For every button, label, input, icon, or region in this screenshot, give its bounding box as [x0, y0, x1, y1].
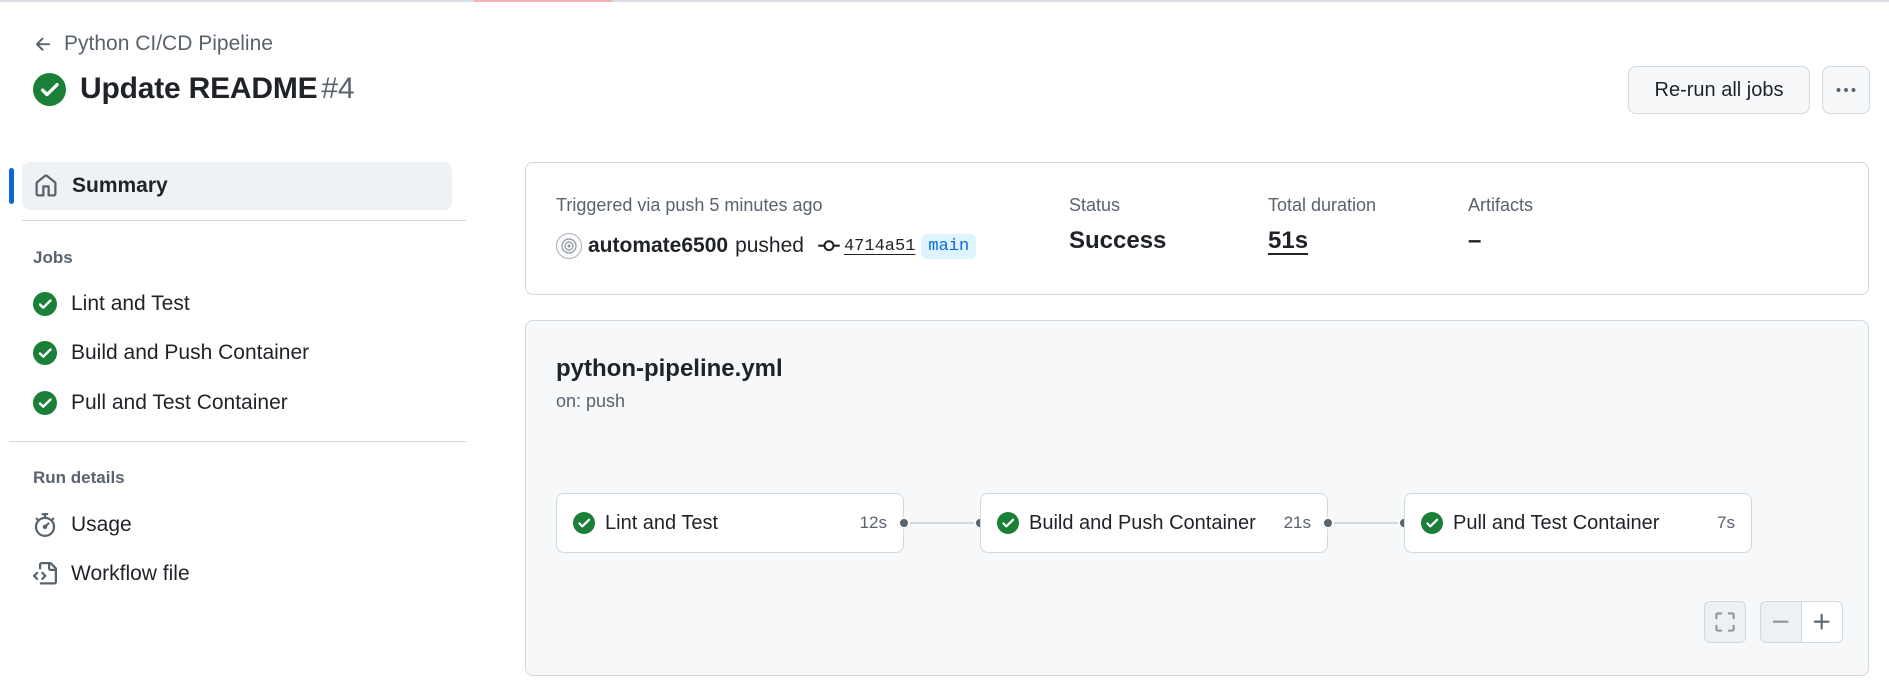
sidebar-item-workflow-file[interactable]: Workflow file — [33, 562, 190, 586]
job-name: Build and Push Container — [1029, 511, 1256, 534]
actor-link[interactable]: automate6500 — [588, 234, 728, 258]
sidebar-item-label: Build and Push Container — [71, 341, 310, 364]
sidebar-divider — [9, 441, 466, 442]
artifacts-label: Artifacts — [1468, 195, 1534, 215]
jobs-section-title: Jobs — [33, 248, 73, 267]
plus-icon — [1813, 613, 1830, 630]
page-title: Update README #4 — [33, 72, 355, 106]
success-check-icon — [997, 512, 1019, 534]
run-title: Update README — [80, 72, 318, 105]
home-icon — [35, 174, 57, 197]
success-check-icon — [33, 341, 57, 365]
status-label: Status — [1069, 195, 1121, 215]
sidebar-item-build-and-push-container[interactable]: Build and Push Container — [33, 341, 309, 365]
git-commit-icon — [817, 240, 840, 252]
fullscreen-button[interactable] — [1704, 601, 1746, 643]
push-info: automate6500 pushed 4714a51 main — [556, 233, 977, 259]
zoom-in-button[interactable] — [1801, 601, 1843, 643]
graph-edge — [1334, 522, 1404, 524]
zoom-out-button[interactable] — [1760, 601, 1802, 643]
graph-node-connector — [1322, 517, 1334, 529]
workflow-file-name: python-pipeline.yml — [556, 355, 783, 382]
workflow-trigger: on: push — [556, 391, 626, 411]
success-check-icon — [573, 512, 595, 534]
graph-job-pull-and-test-container[interactable]: Pull and Test Container 7s — [1404, 493, 1752, 553]
sidebar-item-summary[interactable]: Summary — [22, 162, 452, 210]
more-options-button[interactable] — [1822, 66, 1870, 114]
screen-full-icon — [1715, 612, 1735, 632]
arrow-left-icon — [35, 37, 51, 51]
sidebar-item-lint-and-test[interactable]: Lint and Test — [33, 292, 190, 316]
sidebar-item-label: Lint and Test — [71, 292, 190, 315]
graph-node-connector — [898, 517, 910, 529]
rerun-all-jobs-button[interactable]: Re-run all jobs — [1628, 66, 1810, 114]
kebab-horizontal-icon — [1836, 88, 1856, 92]
success-check-icon — [33, 391, 57, 415]
active-indicator — [9, 168, 14, 204]
avatar[interactable] — [556, 233, 582, 259]
duration-label: Total duration — [1268, 195, 1377, 215]
status-value: Success — [1069, 227, 1167, 254]
job-name: Pull and Test Container — [1453, 511, 1660, 534]
avatar-icon — [561, 238, 577, 254]
sidebar-item-label: Pull and Test Container — [71, 391, 288, 414]
trigger-text: Triggered via push 5 minutes ago — [556, 195, 823, 215]
artifacts-value: – — [1468, 227, 1482, 254]
success-check-icon — [1421, 512, 1443, 534]
run-details-section-title: Run details — [33, 468, 125, 487]
sidebar-item-label: Summary — [72, 174, 168, 197]
sidebar-item-usage[interactable]: Usage — [33, 513, 132, 537]
commit-sha-link[interactable]: 4714a51 — [844, 237, 915, 256]
branch-badge[interactable]: main — [921, 233, 977, 259]
stopwatch-icon — [34, 513, 56, 537]
job-name: Lint and Test — [605, 511, 719, 534]
duration-value-link[interactable]: 51s — [1268, 227, 1308, 255]
back-link-label: Python CI/CD Pipeline — [64, 32, 273, 55]
file-code-icon — [33, 562, 57, 585]
job-duration: 21s — [1283, 513, 1311, 532]
action-text: pushed — [735, 234, 804, 257]
back-to-workflow-link[interactable]: Python CI/CD Pipeline — [33, 32, 273, 56]
sidebar-item-pull-and-test-container[interactable]: Pull and Test Container — [33, 391, 288, 415]
workflow-graph-card: python-pipeline.yml on: push Lint and Te… — [525, 320, 1869, 676]
job-duration: 7s — [1717, 513, 1735, 532]
sidebar-item-label: Usage — [71, 513, 132, 536]
run-summary-card: Triggered via push 5 minutes ago automat… — [525, 162, 1869, 295]
job-duration: 12s — [859, 513, 887, 532]
graph-edge — [910, 522, 980, 524]
sidebar-divider — [22, 220, 466, 221]
minus-icon — [1772, 620, 1789, 623]
sidebar-item-label: Workflow file — [71, 562, 190, 585]
graph-job-lint-and-test[interactable]: Lint and Test 12s — [556, 493, 904, 553]
top-border — [0, 0, 1889, 2]
success-check-icon — [33, 72, 66, 106]
graph-job-build-and-push-container[interactable]: Build and Push Container 21s — [980, 493, 1328, 553]
top-loading-accent — [474, 0, 612, 2]
run-number: #4 — [321, 72, 355, 105]
success-check-icon — [33, 292, 57, 316]
